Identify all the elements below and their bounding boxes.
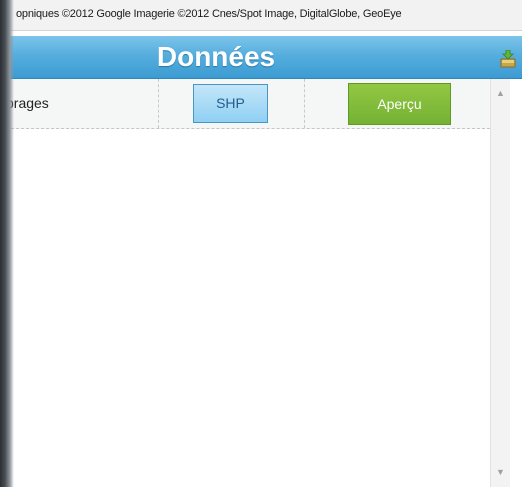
- data-row: brages SHP Aperçu: [6, 79, 490, 129]
- data-panel: Données brages SHP Aperçu ▲ ▼: [6, 36, 522, 487]
- triangle-down-icon[interactable]: ▼: [491, 463, 510, 481]
- map-attribution-text: opniques ©2012 Google Imagerie ©2012 Cne…: [16, 8, 402, 20]
- vertical-scrollbar[interactable]: ▲ ▼: [490, 79, 510, 487]
- panel-right-edge: [510, 79, 522, 487]
- apercu-button[interactable]: Aperçu: [348, 83, 451, 125]
- left-shadow-edge: [0, 0, 14, 487]
- download-icon[interactable]: [500, 50, 516, 68]
- panel-content-area: [6, 129, 490, 487]
- panel-header: Données: [6, 36, 522, 79]
- map-attribution-bar: opniques ©2012 Google Imagerie ©2012 Cne…: [0, 0, 522, 31]
- triangle-up-icon[interactable]: ▲: [491, 84, 510, 102]
- column-divider: [158, 79, 159, 128]
- panel-title: Données: [156, 41, 276, 72]
- shp-button[interactable]: SHP: [193, 84, 268, 123]
- column-divider: [304, 79, 305, 128]
